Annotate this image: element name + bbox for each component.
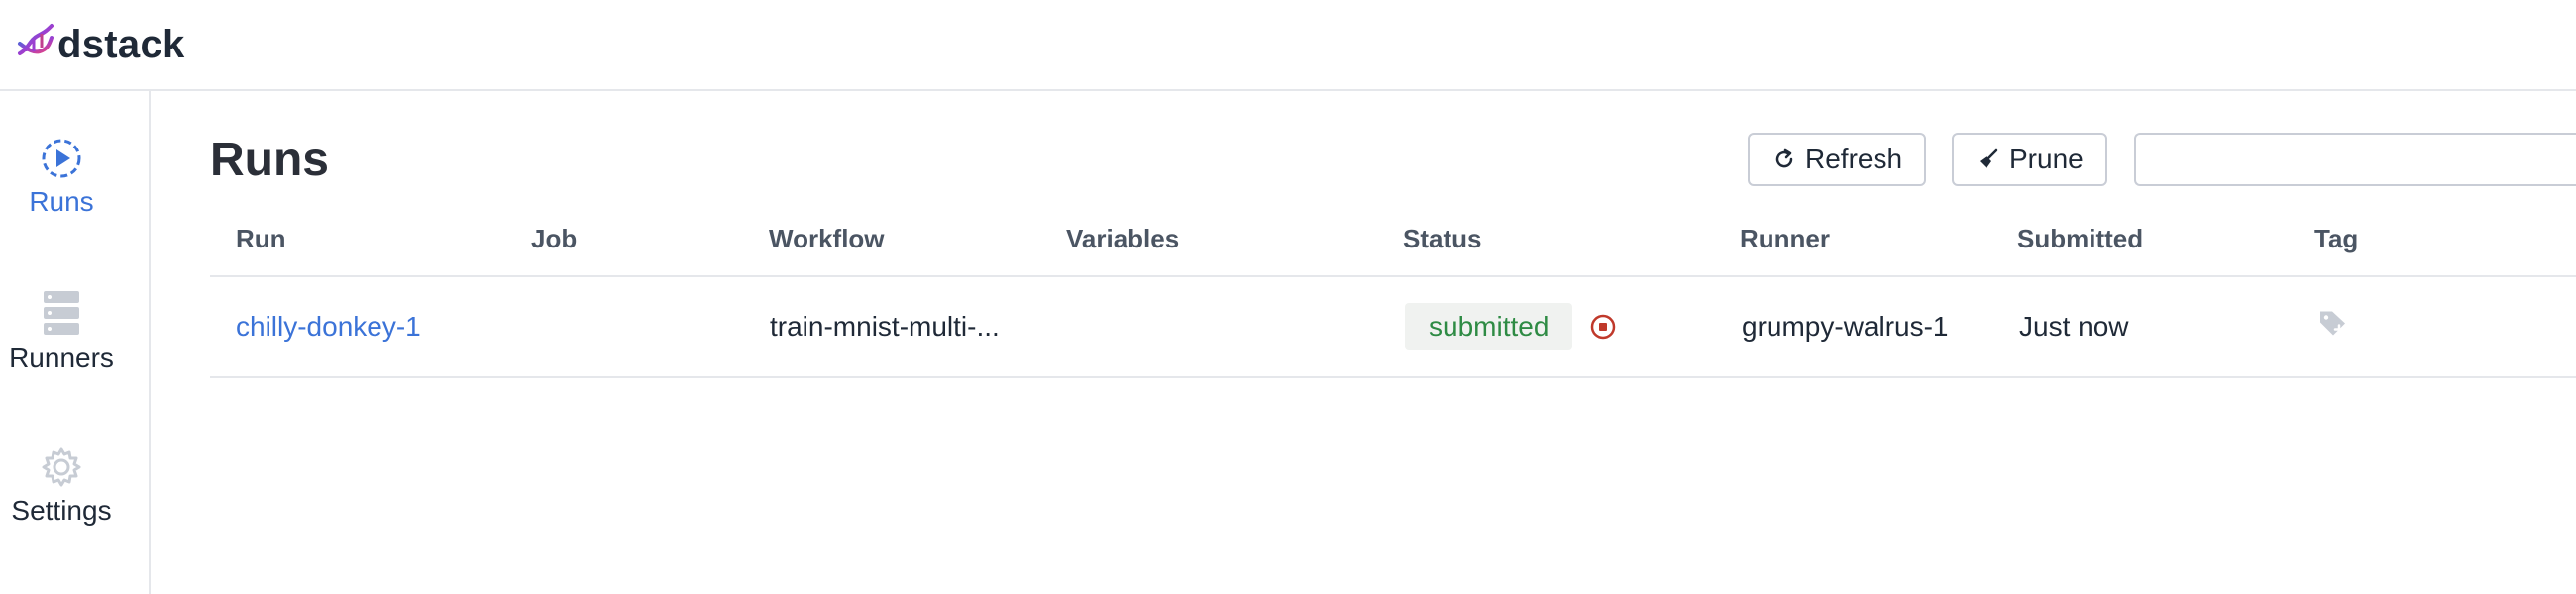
column-header-job[interactable]: Job [531, 224, 577, 254]
page-title: Runs [210, 134, 329, 186]
play-circle-icon [42, 139, 81, 178]
sidebar-item-runners[interactable]: Runners [0, 289, 123, 374]
main-content: Runs Refresh Prune Run Job Workflow Vari… [210, 91, 2576, 594]
submitted-cell: Just now [2019, 311, 2129, 342]
table-header: Run Job Workflow Variables Status Runner… [210, 218, 2576, 277]
sidebar-item-label: Settings [11, 495, 112, 526]
tag-cell [2316, 307, 2350, 347]
run-name-link[interactable]: chilly-donkey-1 [236, 311, 421, 343]
prune-label: Prune [2009, 144, 2084, 174]
refresh-button[interactable]: Refresh [1748, 133, 1927, 186]
broom-icon [1976, 147, 2001, 172]
workflow-cell: train-mnist-multi-... [770, 311, 1000, 342]
sidebar-item-runs[interactable]: Runs [0, 137, 123, 218]
table-row[interactable]: chilly-donkey-1 train-mnist-multi-... su… [210, 277, 2576, 378]
runs-table: Run Job Workflow Variables Status Runner… [210, 218, 2576, 378]
tag-add-icon[interactable] [2316, 307, 2350, 341]
top-bar: dstack [0, 0, 2576, 91]
server-icon [44, 291, 79, 335]
stop-icon[interactable] [1588, 312, 1618, 342]
refresh-label: Refresh [1805, 144, 1903, 174]
column-header-run[interactable]: Run [236, 224, 286, 254]
column-header-runner[interactable]: Runner [1740, 224, 1830, 254]
search-input[interactable] [2134, 133, 2576, 186]
column-header-variables[interactable]: Variables [1066, 224, 1179, 254]
app-name: dstack [57, 22, 185, 66]
dstack-logo-icon [18, 24, 54, 55]
column-header-workflow[interactable]: Workflow [769, 224, 885, 254]
app-logo[interactable]: dstack [14, 23, 185, 67]
sidebar-item-settings[interactable]: Settings [0, 446, 123, 527]
refresh-icon [1771, 147, 1797, 172]
prune-button[interactable]: Prune [1952, 133, 2107, 186]
column-header-submitted[interactable]: Submitted [2017, 224, 2143, 254]
sidebar-item-label: Runs [29, 186, 94, 217]
column-header-tag[interactable]: Tag [2314, 224, 2358, 254]
sidebar-item-label: Runners [9, 343, 114, 373]
gear-icon [42, 447, 81, 487]
sidebar: Runs Runners Settings [0, 91, 151, 594]
runner-cell: grumpy-walrus-1 [1742, 311, 1949, 342]
status-cell: submitted [1405, 303, 1618, 350]
column-header-status[interactable]: Status [1403, 224, 1481, 254]
status-badge: submitted [1405, 303, 1573, 350]
